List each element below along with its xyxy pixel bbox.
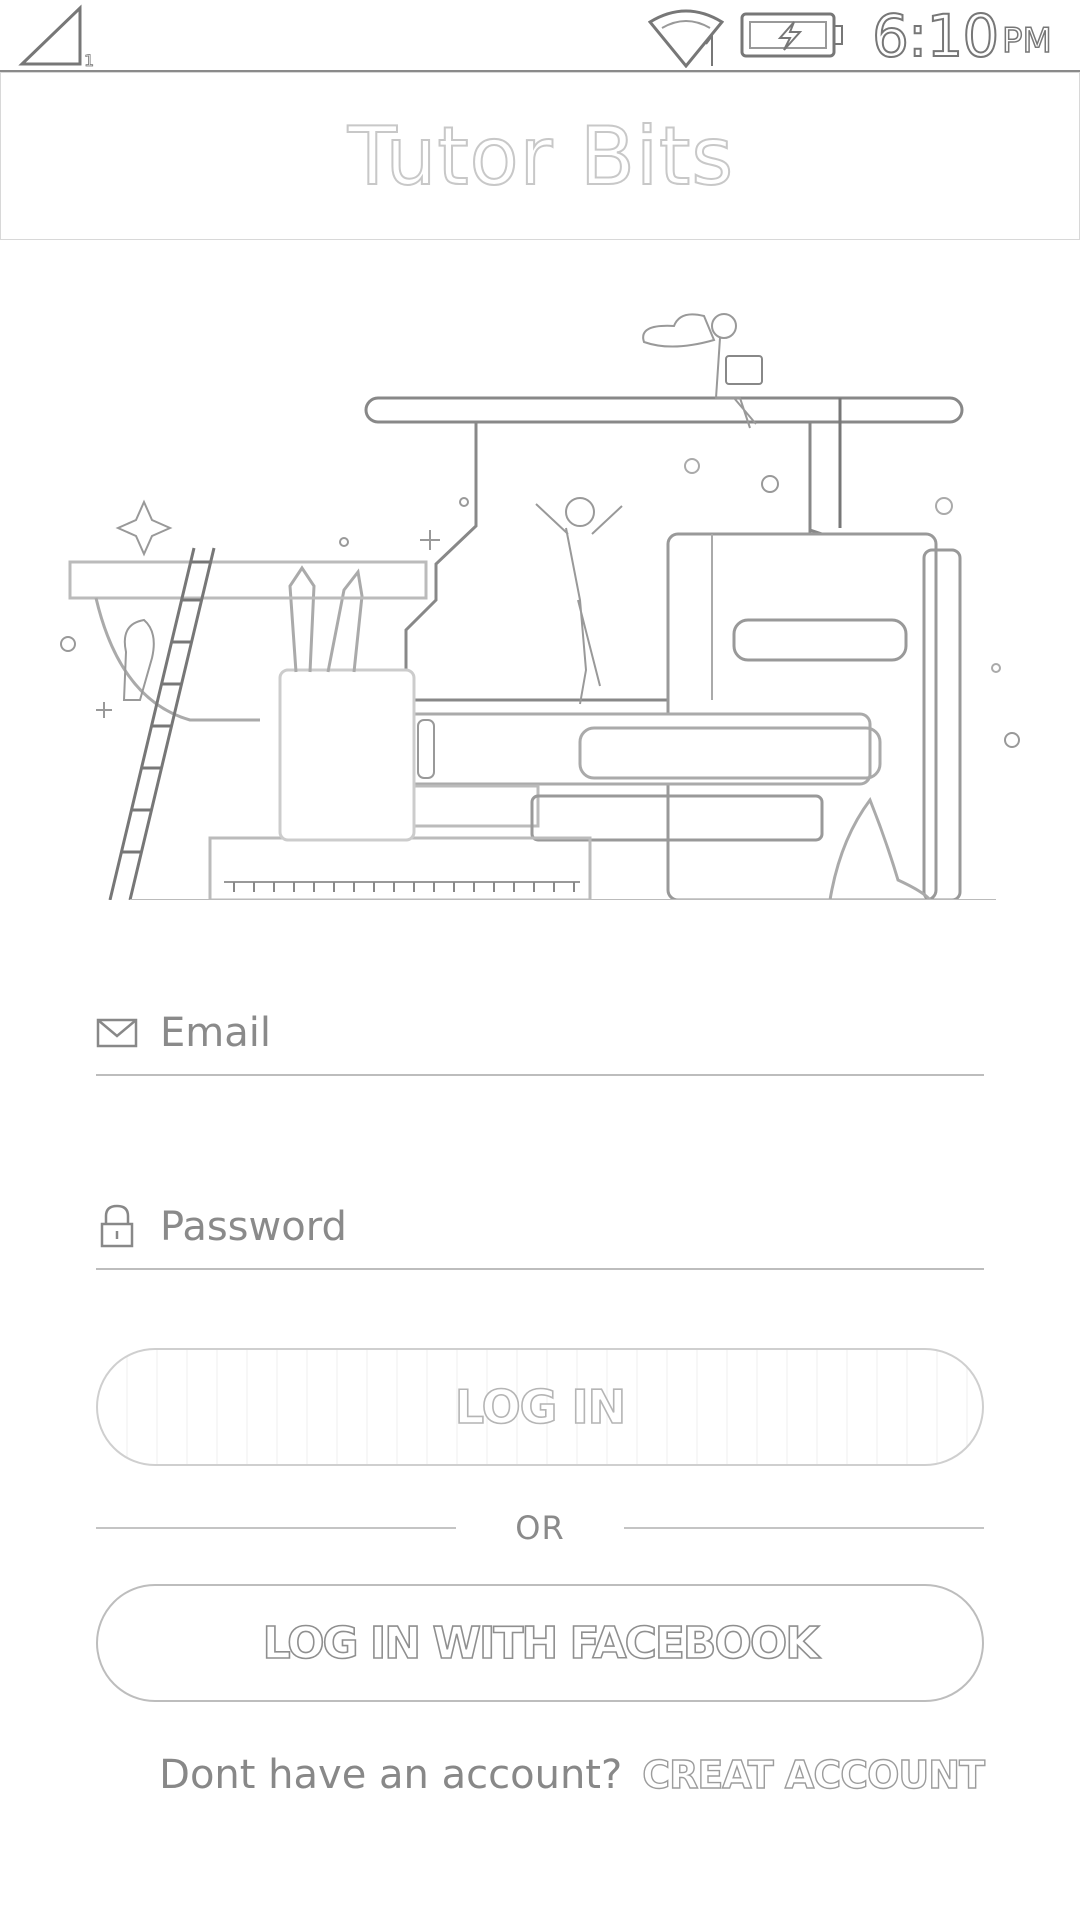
password-input[interactable] (160, 1192, 960, 1262)
lock-icon (100, 1204, 134, 1248)
or-divider: OR (96, 1500, 984, 1556)
status-time: 6:10 (871, 1, 1000, 71)
password-field (96, 1188, 984, 1270)
email-input[interactable] (160, 998, 960, 1068)
app-title: Tutor Bits (347, 109, 735, 204)
sim-slot-label: 1 (84, 51, 94, 68)
create-account-link[interactable]: CREAT ACCOUNT (642, 1752, 986, 1797)
app-bar: Tutor Bits (0, 72, 1080, 240)
mail-icon (96, 1018, 138, 1048)
facebook-login-label: LOG IN WITH FACEBOOK (262, 1617, 820, 1670)
facebook-login-button[interactable]: LOG IN WITH FACEBOOK (96, 1584, 984, 1702)
wifi-icon (648, 9, 724, 68)
email-field (96, 994, 984, 1076)
signup-prompt: Dont have an account? (159, 1752, 623, 1798)
login-button-label: LOG IN (454, 1379, 627, 1435)
signal-icon: 1 (18, 4, 95, 68)
battery-charging-icon (740, 12, 843, 58)
divider-line-right (624, 1527, 984, 1529)
signup-row: Dont have an account? CREAT ACCOUNT (96, 1752, 986, 1816)
education-illustration (60, 313, 1020, 900)
status-ampm: PM (1001, 20, 1052, 62)
login-button[interactable]: LOG IN (96, 1348, 984, 1466)
status-bar: 1 6:10 PM (0, 0, 1080, 72)
